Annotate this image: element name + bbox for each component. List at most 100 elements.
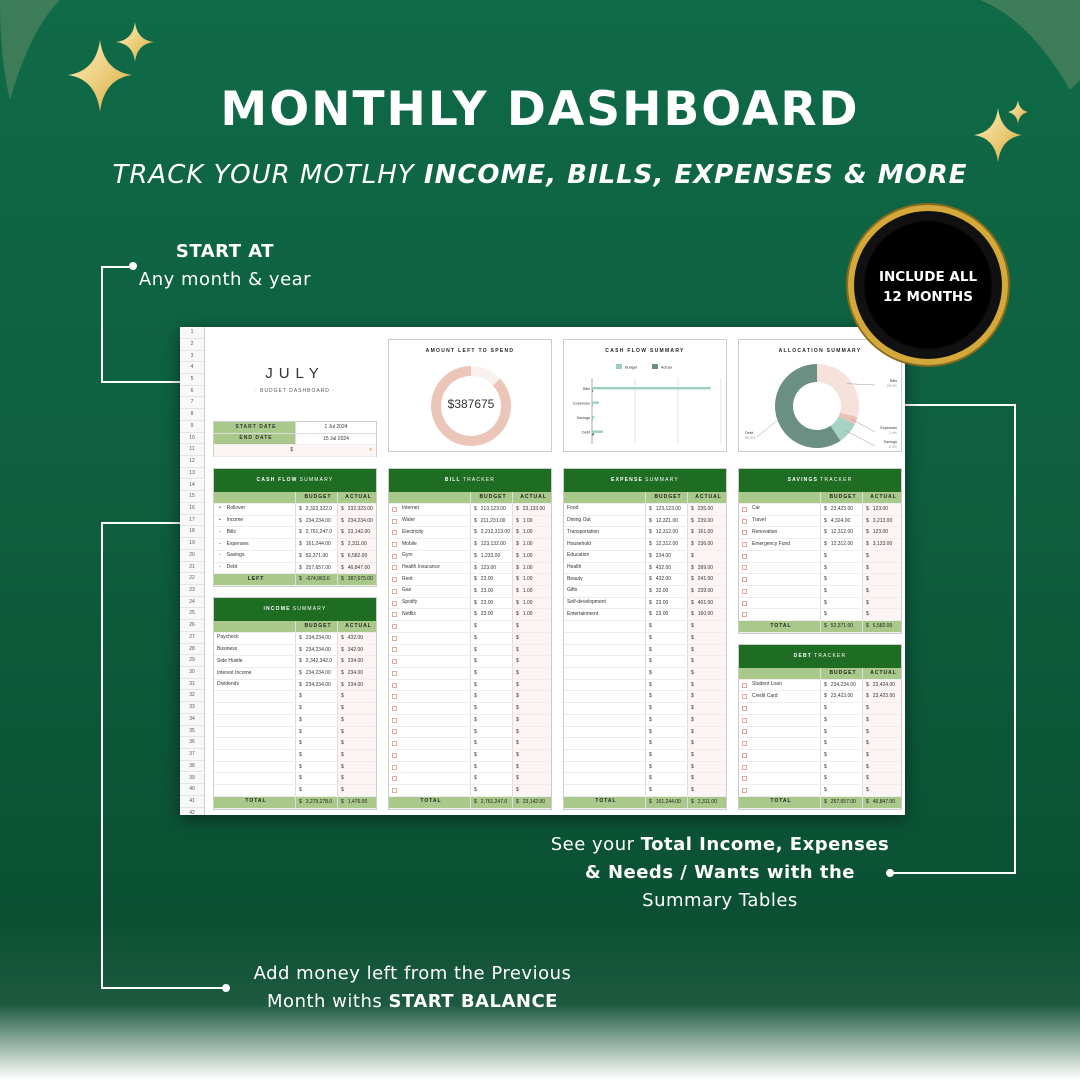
table-row[interactable]: $ $ <box>739 585 901 598</box>
table-row[interactable]: $ $ <box>389 785 551 797</box>
table-row[interactable]: $ $ <box>214 691 376 704</box>
actual-value[interactable]: 235.00 <box>698 506 713 512</box>
table-row[interactable]: $ $ <box>389 750 551 762</box>
table-row[interactable]: • Income $234,234.00 $234,234.00 <box>214 515 376 528</box>
budget-value[interactable]: 234,234.00 <box>306 682 331 688</box>
row-number[interactable]: 16 <box>180 502 205 515</box>
checkbox[interactable] <box>392 577 397 583</box>
table-row[interactable]: Education $234.00 $ <box>564 550 726 563</box>
budget-value[interactable]: 12,312.00 <box>656 529 678 535</box>
checkbox[interactable] <box>392 741 397 747</box>
checkbox[interactable] <box>392 776 397 782</box>
table-row[interactable]: $ $ <box>389 621 551 633</box>
actual-value[interactable]: 401.00 <box>698 600 713 606</box>
budget-value[interactable]: 432.00 <box>656 565 671 571</box>
table-row[interactable]: $ $ <box>564 773 726 786</box>
checkbox[interactable] <box>392 588 397 594</box>
actual-value[interactable]: 432.00 <box>348 635 363 641</box>
table-row[interactable]: Paycheck $234,234.00 $432.00 <box>214 632 376 645</box>
table-row[interactable]: Travel $4,324.00 $3,213.00 <box>739 515 901 528</box>
table-row[interactable]: $ $ <box>739 562 901 575</box>
row-number[interactable]: 31 <box>180 678 205 691</box>
table-row[interactable]: Food $123,123.00 $235.00 <box>564 503 726 516</box>
table-row[interactable]: Self-development $23.00 $401.00 <box>564 597 726 610</box>
table-row[interactable]: Netflix $23.00 $1.00 <box>389 609 551 622</box>
actual-value[interactable]: 46,847.00 <box>348 565 370 571</box>
table-row[interactable]: Rent $23.00 $1.00 <box>389 574 551 586</box>
checkbox[interactable] <box>392 694 397 700</box>
table-row[interactable]: $ $ <box>389 691 551 704</box>
checkbox[interactable] <box>742 600 747 606</box>
row-number[interactable]: 24 <box>180 596 205 609</box>
checkbox[interactable] <box>742 565 747 571</box>
actual-value[interactable]: 23,424.00 <box>873 682 895 688</box>
table-row[interactable]: Beauty $432.00 $241.00 <box>564 574 726 586</box>
table-row[interactable]: $ $ <box>739 750 901 762</box>
table-row[interactable]: $ $ <box>564 656 726 668</box>
table-row[interactable]: $ $ <box>214 750 376 762</box>
checkbox[interactable] <box>392 788 397 794</box>
actual-value[interactable]: 160.00 <box>698 611 713 617</box>
budget-value[interactable]: 234,234.00 <box>306 670 331 676</box>
table-row[interactable]: $ $ <box>564 750 726 762</box>
row-number[interactable]: 25 <box>180 608 205 621</box>
budget-value[interactable]: 23.00 <box>656 611 669 617</box>
checkbox[interactable] <box>742 612 747 618</box>
checkbox[interactable] <box>742 788 747 794</box>
table-row[interactable]: $ $ <box>564 632 726 645</box>
start-date-field[interactable]: 1 Jul 2024 <box>296 422 376 433</box>
actual-value[interactable]: 1.00 <box>523 611 533 617</box>
checkbox[interactable] <box>392 623 397 629</box>
checkbox[interactable] <box>392 553 397 559</box>
budget-value[interactable]: 161,244.00 <box>306 541 331 547</box>
actual-value[interactable]: 23,133.00 <box>523 506 545 512</box>
checkbox[interactable] <box>392 682 397 688</box>
actual-value[interactable]: 234,234.00 <box>348 518 373 524</box>
row-number[interactable]: 3 <box>180 350 205 363</box>
table-row[interactable]: Renovation $12,312.00 $123.00 <box>739 527 901 540</box>
actual-value[interactable]: 1.00 <box>523 553 533 559</box>
row-number[interactable]: 20 <box>180 549 205 562</box>
budget-value[interactable]: 234,234.00 <box>306 635 331 641</box>
row-number[interactable]: 38 <box>180 760 205 773</box>
budget-value[interactable]: 23,423.00 <box>831 693 853 699</box>
row-number[interactable]: 17 <box>180 514 205 527</box>
checkbox[interactable] <box>392 635 397 641</box>
actual-value[interactable]: 232,323.00 <box>348 506 373 512</box>
checkbox[interactable] <box>392 752 397 758</box>
budget-value[interactable]: 12,312.00 <box>831 541 853 547</box>
table-row[interactable]: $ $ <box>564 679 726 692</box>
row-number[interactable]: 10 <box>180 432 205 445</box>
budget-value[interactable]: 23.00 <box>656 600 669 606</box>
row-number[interactable]: 23 <box>180 584 205 597</box>
checkbox[interactable] <box>392 612 397 618</box>
budget-value[interactable]: 213,123.00 <box>481 506 506 512</box>
table-row[interactable]: $ $ <box>389 656 551 668</box>
budget-value[interactable]: 23.00 <box>481 600 494 606</box>
budget-value[interactable]: 23,423.00 <box>831 506 853 512</box>
budget-value[interactable]: 23.00 <box>481 588 494 594</box>
row-number[interactable]: 35 <box>180 725 205 738</box>
actual-value[interactable]: 1.00 <box>523 529 533 535</box>
row-number[interactable]: 14 <box>180 479 205 492</box>
checkbox[interactable] <box>392 670 397 676</box>
table-row[interactable]: $ $ <box>739 761 901 774</box>
checkbox[interactable] <box>742 717 747 723</box>
table-row[interactable]: $ $ <box>389 761 551 774</box>
table-row[interactable]: $ $ <box>389 632 551 645</box>
dropdown-arrow-icon[interactable]: ▾ <box>369 445 372 456</box>
table-row[interactable]: $ $ <box>564 726 726 739</box>
end-date-field[interactable]: 15 Jul 2024 <box>296 434 376 445</box>
actual-value[interactable]: 123.00 <box>873 506 888 512</box>
actual-value[interactable]: 342.00 <box>348 647 363 653</box>
table-row[interactable]: $ $ <box>564 714 726 727</box>
row-number[interactable]: 15 <box>180 491 205 503</box>
table-row[interactable]: Household $12,312.00 $236.00 <box>564 539 726 551</box>
table-row[interactable]: $ $ <box>389 644 551 657</box>
row-number[interactable]: 2 <box>180 338 205 351</box>
budget-value[interactable]: 234,234.00 <box>831 682 856 688</box>
actual-value[interactable]: 1.00 <box>523 576 533 582</box>
table-row[interactable]: $ $ <box>214 761 376 774</box>
table-row[interactable]: $ $ <box>389 714 551 727</box>
row-number[interactable]: 5 <box>180 374 205 386</box>
